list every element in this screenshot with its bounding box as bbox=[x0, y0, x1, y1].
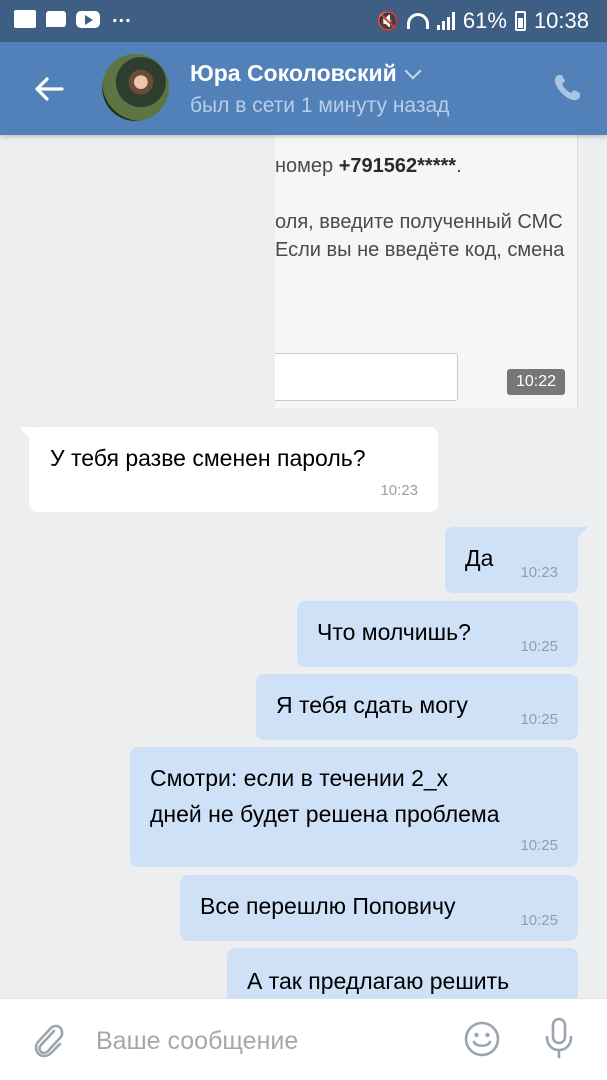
notification-icons: ... bbox=[14, 5, 132, 28]
screenshot-attachment[interactable]: номер +791562*****. оля, введите получен… bbox=[275, 135, 578, 408]
outgoing-message[interactable]: Да 10:23 bbox=[445, 527, 588, 593]
incoming-message[interactable]: У тебя разве сменен пароль? 10:23 bbox=[19, 427, 438, 512]
back-arrow-icon[interactable] bbox=[32, 72, 66, 106]
phone-icon[interactable] bbox=[551, 72, 583, 104]
message-time: 10:25 bbox=[520, 711, 558, 728]
outgoing-message[interactable]: Я тебя сдать могу 10:25 bbox=[256, 674, 578, 740]
message-text: Смотри: если в течении 2_х bbox=[150, 765, 449, 791]
avatar[interactable] bbox=[102, 54, 169, 121]
message-time: 10:22 bbox=[507, 369, 566, 395]
message-time: 10:23 bbox=[520, 564, 558, 581]
attachment-line: Если вы не введёте код, смена bbox=[275, 239, 565, 261]
paperclip-icon[interactable] bbox=[30, 1021, 66, 1061]
attachment-line: оля, введите полученный СМС bbox=[275, 211, 563, 233]
message-text: У тебя разве сменен пароль? bbox=[50, 445, 366, 471]
chevron-down-icon bbox=[404, 62, 422, 79]
youtube-icon bbox=[76, 10, 100, 28]
wifi-icon bbox=[406, 13, 429, 29]
presence-status: был в сети 1 минуту назад bbox=[190, 94, 450, 117]
status-bar: ... 🔇 61% 10:38 bbox=[0, 0, 607, 42]
battery-icon bbox=[514, 11, 526, 31]
battery-percent: 61% bbox=[462, 8, 507, 33]
message-text: Я тебя сдать могу bbox=[276, 692, 468, 718]
message-input[interactable] bbox=[96, 1021, 436, 1061]
mute-icon: 🔇 bbox=[376, 10, 399, 31]
chat-header: Юра Соколовский был в сети 1 минуту наза… bbox=[0, 42, 607, 135]
smile-icon[interactable] bbox=[464, 1021, 500, 1057]
gallery-icon bbox=[14, 10, 36, 28]
outgoing-message[interactable]: Все перешлю Поповичу 10:25 bbox=[180, 875, 578, 941]
message-time: 10:25 bbox=[520, 837, 558, 854]
signal-icon bbox=[436, 12, 455, 30]
more-notifications: ... bbox=[112, 4, 132, 27]
outgoing-message[interactable]: А так предлагаю решить bbox=[227, 948, 578, 998]
message-time: 10:25 bbox=[520, 912, 558, 929]
contact-name: Юра Соколовский bbox=[190, 60, 397, 86]
outgoing-message[interactable]: Что молчишь? 10:25 bbox=[297, 601, 578, 667]
message-text: А так предлагаю решить bbox=[247, 968, 510, 994]
message-text: Все перешлю Поповичу bbox=[200, 893, 456, 919]
attachment-line: номер +791562*****. bbox=[275, 155, 462, 177]
message-text: Что молчишь? bbox=[317, 619, 471, 645]
clock: 10:38 bbox=[533, 8, 589, 33]
contact-name-button[interactable]: Юра Соколовский bbox=[190, 60, 422, 87]
microphone-icon[interactable] bbox=[544, 1017, 574, 1059]
message-text: Да bbox=[465, 545, 494, 571]
message-list[interactable]: номер +791562*****. оля, введите получен… bbox=[0, 135, 607, 998]
composer-bar bbox=[0, 998, 607, 1080]
message-time: 10:25 bbox=[520, 638, 558, 655]
message-icon bbox=[46, 11, 66, 27]
message-text: дней не будет решена проблема bbox=[150, 801, 500, 827]
system-icons: 🔇 61% 10:38 bbox=[376, 8, 589, 34]
outgoing-message[interactable]: Смотри: если в течении 2_х дней не будет… bbox=[130, 747, 578, 867]
message-time: 10:23 bbox=[380, 482, 418, 499]
attachment-code-field bbox=[275, 353, 458, 401]
